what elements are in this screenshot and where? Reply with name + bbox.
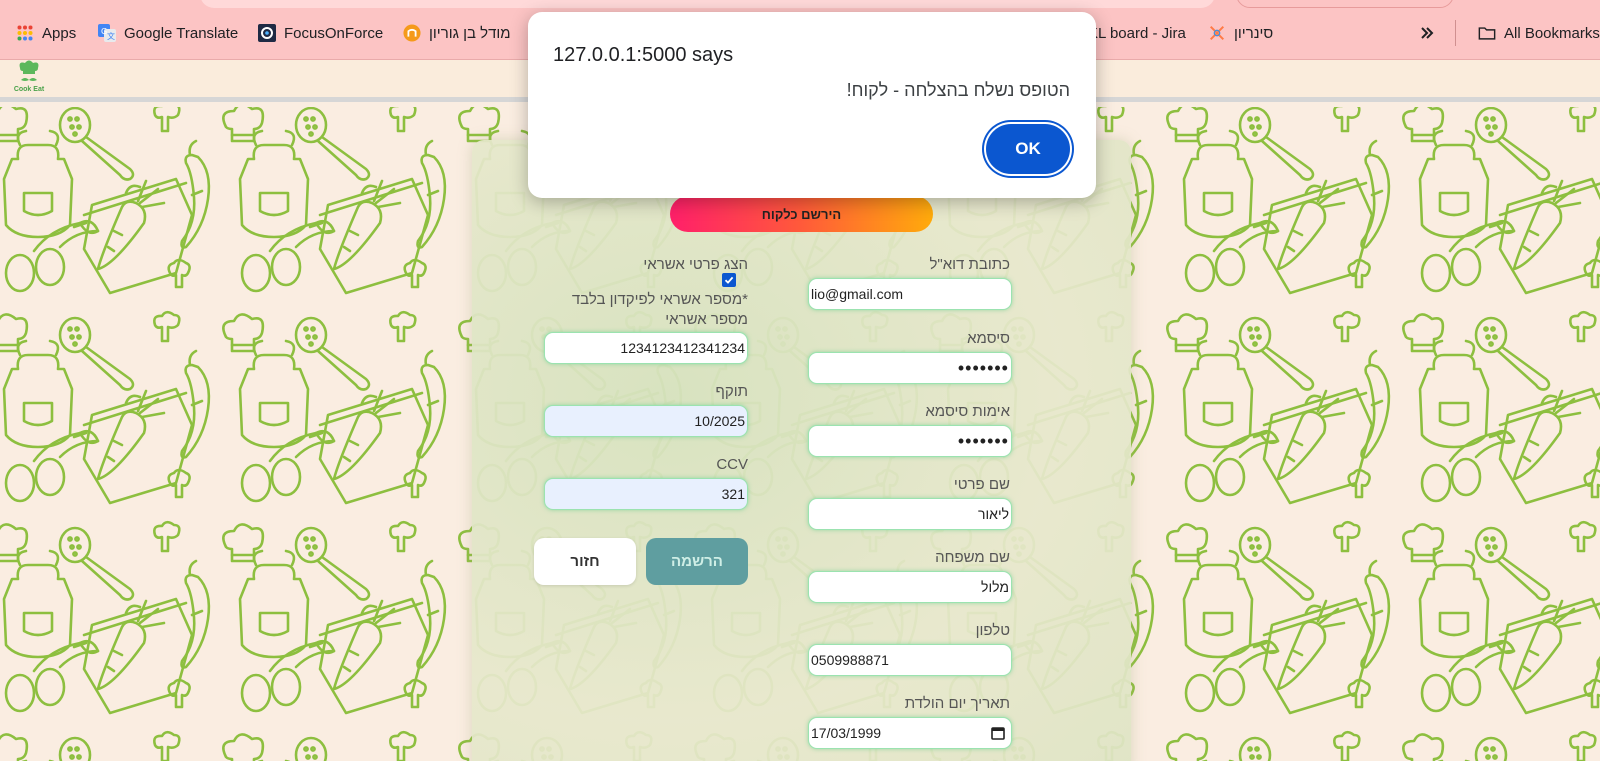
phone-field[interactable]: 0509988871 (808, 644, 1012, 676)
card-number-field[interactable]: 1234123412341234 (544, 332, 748, 364)
ccv-field[interactable]: 321 (544, 478, 748, 510)
dialog-title: 127.0.0.1:5000 says (553, 44, 734, 66)
email-label: כתובת דוא"ל (929, 256, 1010, 273)
svg-text:文: 文 (107, 31, 115, 41)
alert-dialog: 127.0.0.1:5000 says הטופס נשלח בהצלחה - … (528, 12, 1096, 198)
bookmark-apps[interactable]: Apps (16, 22, 76, 44)
password-field[interactable]: ••••••• (808, 352, 1012, 384)
confirm-password-field[interactable]: ••••••• (808, 425, 1012, 457)
birth-date-field[interactable]: 17/03/1999 (808, 717, 1012, 749)
address-bar[interactable] (200, 0, 1215, 8)
ccv-label: CCV (716, 456, 748, 473)
back-button[interactable]: חזור (534, 538, 636, 585)
bookmark-label: KL board - Jira (1088, 24, 1186, 42)
bookmark-moodle[interactable]: מודל בן גוריון (403, 22, 511, 44)
expiry-field[interactable]: 10/2025 (544, 405, 748, 437)
bookmark-jira[interactable]: KL board - Jira (1088, 22, 1186, 44)
apps-grid-icon (16, 24, 34, 42)
last-name-label: שם משפחה (935, 549, 1010, 566)
chef-hat-logo-icon (19, 60, 39, 81)
bookmark-label: Google Translate (124, 24, 239, 42)
email-field[interactable]: lio@gmail.com (808, 278, 1012, 310)
bookmark-label: FocusOnForce (284, 24, 384, 42)
bookmark-label: מודל בן גוריון (429, 24, 511, 42)
double-chevron-right-icon (1418, 24, 1436, 42)
register-as-customer-tab[interactable]: הירשם כלקוח (670, 196, 933, 232)
cinerion-icon (1208, 24, 1226, 42)
focusonforce-icon (258, 24, 276, 42)
birth-date-label: תאריך יום הולדת (904, 695, 1010, 712)
bookmark-label: Apps (42, 24, 77, 42)
first-name-field[interactable]: ליאור (808, 498, 1012, 530)
expiry-label: תוקף (715, 383, 748, 400)
bookmark-label: סינריון (1234, 24, 1274, 42)
bookmark-label: All Bookmarks (1504, 24, 1600, 42)
bookmark-cinerion[interactable]: סינריון (1208, 22, 1273, 44)
folder-icon (1478, 24, 1496, 42)
birth-date-value: 17/03/1999 (811, 725, 882, 741)
bookmark-google-translate[interactable]: G文 Google Translate (98, 22, 238, 44)
last-name-field[interactable]: מלול (808, 571, 1012, 603)
calendar-icon[interactable] (991, 726, 1005, 740)
bookmark-all-bookmarks[interactable]: All Bookmarks (1478, 22, 1600, 44)
dialog-ok-button[interactable]: OK (986, 124, 1070, 174)
app-logo[interactable]: Cook Eat (10, 60, 48, 100)
moodle-icon (403, 24, 421, 42)
show-credit-checkbox[interactable] (722, 273, 736, 287)
password-label: סיסמא (967, 330, 1010, 347)
google-translate-icon: G文 (98, 24, 116, 42)
phone-label: טלפון (975, 622, 1010, 639)
first-name-label: שם פרטי (953, 476, 1010, 493)
register-button[interactable]: הרשמה (646, 538, 748, 585)
profile-area[interactable] (1236, 0, 1454, 8)
registration-card (472, 140, 1131, 761)
show-credit-label: הצג פרטי אשראי (643, 256, 748, 273)
checkmark-icon (724, 276, 734, 284)
bookmark-focusonforce[interactable]: FocusOnForce (258, 22, 383, 44)
credit-deposit-note: *מספר אשראי לפיקדון בלבד (571, 291, 748, 308)
dialog-message: הטופס נשלח בהצלחה - לקוח! (846, 80, 1070, 100)
logo-text: Cook Eat (13, 86, 45, 93)
bookmarks-overflow-button[interactable] (1418, 22, 1436, 44)
card-number-label: מספר אשראי (665, 311, 748, 328)
confirm-password-label: אימות סיסמא (925, 403, 1010, 420)
bookmarks-divider (1455, 20, 1456, 46)
